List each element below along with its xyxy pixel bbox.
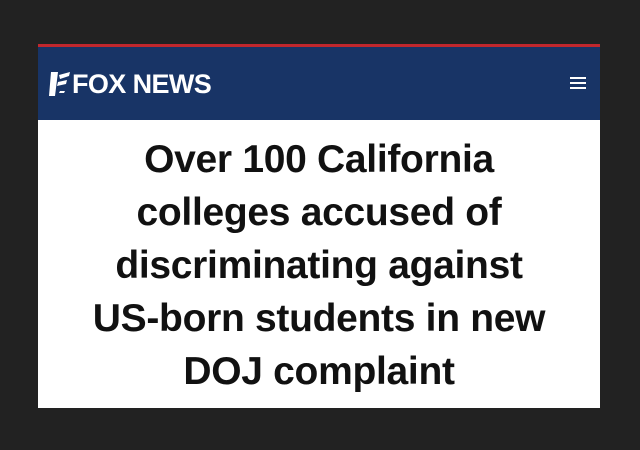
hamburger-menu-icon[interactable] [568, 74, 588, 92]
menu-line-middle [570, 82, 586, 84]
fox-news-logo-mark-icon [49, 71, 71, 97]
news-card: FOX NEWS Over 100 California colleges ac… [38, 44, 600, 408]
headline-line-1: Over 100 California [144, 138, 494, 181]
headline-line-3: discriminating against [115, 244, 523, 287]
headline-line-5: DOJ complaint [183, 350, 455, 393]
menu-line-bottom [570, 87, 586, 89]
fox-news-logo[interactable]: FOX NEWS [49, 69, 212, 99]
fox-news-wordmark: FOX NEWS [72, 69, 212, 99]
menu-line-top [570, 77, 586, 79]
headline-line-4: US-born students in new [92, 297, 546, 340]
headline-line-2: colleges accused of [136, 191, 502, 234]
site-header: FOX NEWS [38, 47, 600, 120]
article-headline: Over 100 California colleges accused of … [38, 133, 600, 398]
